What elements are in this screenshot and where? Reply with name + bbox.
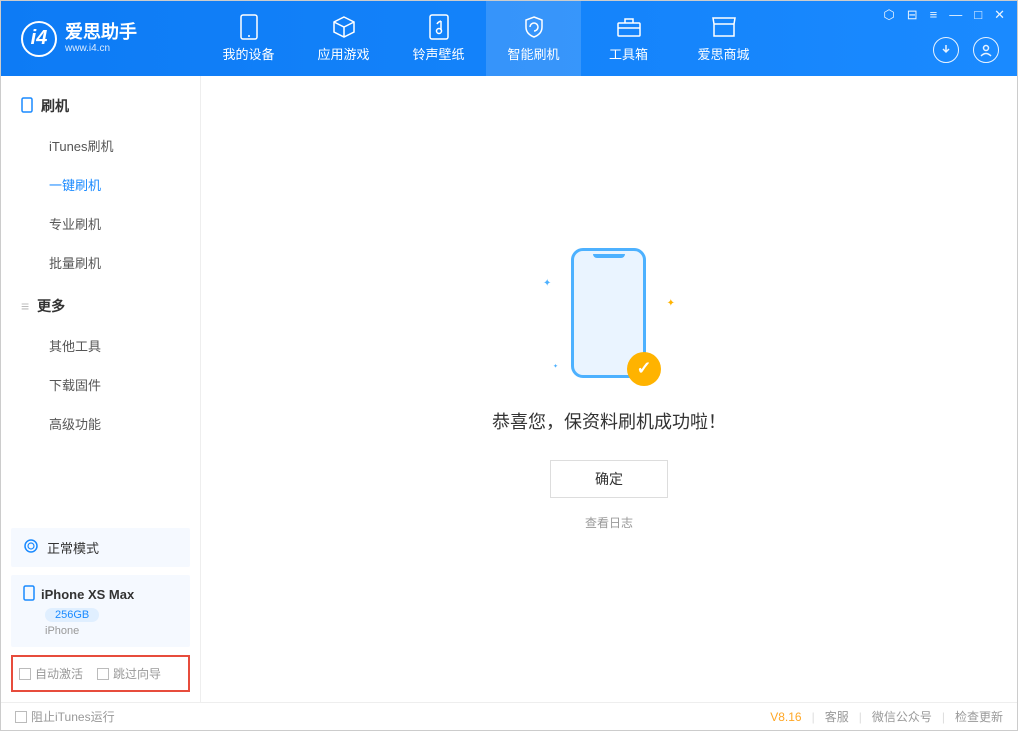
music-file-icon	[426, 14, 452, 40]
menu-icon[interactable]: ≡	[930, 7, 938, 23]
sidebar-item-oneclick-flash[interactable]: 一键刷机	[49, 165, 180, 204]
lock-icon[interactable]: ⊟	[907, 7, 918, 23]
download-button[interactable]	[933, 37, 959, 63]
sidebar-item-other-tools[interactable]: 其他工具	[49, 326, 180, 365]
toolbox-icon	[616, 14, 642, 40]
nav-tab-store[interactable]: 爱思商城	[676, 1, 771, 76]
nav-label: 铃声壁纸	[412, 44, 464, 63]
maximize-button[interactable]: □	[974, 7, 982, 23]
window-controls: ⬡ ⊟ ≡ — □ ✕	[883, 7, 1005, 23]
phone-device-icon	[23, 585, 35, 604]
nav-label: 爱思商城	[697, 44, 749, 63]
close-button[interactable]: ✕	[994, 7, 1005, 23]
logo-area: i4 爱思助手 www.i4.cn	[1, 21, 201, 57]
sidebar-item-batch-flash[interactable]: 批量刷机	[49, 243, 180, 282]
body-area: 刷机 iTunes刷机 一键刷机 专业刷机 批量刷机 ≡ 更多 其他工具 下载固…	[1, 76, 1017, 702]
sidebar-section-flash: 刷机	[21, 96, 180, 116]
device-name-label: iPhone XS Max	[41, 587, 134, 602]
main-content: ✦ ✦ ✦ ✓ 恭喜您，保资料刷机成功啦！ 确定 查看日志	[201, 76, 1017, 702]
phone-small-icon	[21, 97, 33, 116]
success-illustration: ✦ ✦ ✦ ✓	[549, 248, 669, 388]
device-card[interactable]: iPhone XS Max 256GB iPhone	[11, 575, 190, 647]
sidebar-item-itunes-flash[interactable]: iTunes刷机	[49, 126, 180, 165]
nav-label: 工具箱	[609, 44, 648, 63]
shirt-icon[interactable]: ⬡	[883, 7, 894, 23]
minimize-button[interactable]: —	[949, 7, 962, 23]
block-itunes-checkbox[interactable]: 阻止iTunes运行	[15, 708, 115, 725]
auto-activate-checkbox[interactable]: 自动激活	[19, 665, 83, 682]
header-right-icons	[933, 37, 999, 63]
sidebar: 刷机 iTunes刷机 一键刷机 专业刷机 批量刷机 ≡ 更多 其他工具 下载固…	[1, 76, 201, 702]
sidebar-item-pro-flash[interactable]: 专业刷机	[49, 204, 180, 243]
device-type-label: iPhone	[45, 625, 178, 637]
app-logo-icon: i4	[21, 21, 57, 57]
store-icon	[711, 14, 737, 40]
footer-link-support[interactable]: 客服	[825, 708, 849, 725]
list-icon: ≡	[21, 298, 29, 314]
success-message: 恭喜您，保资料刷机成功啦！	[492, 408, 726, 434]
ok-button[interactable]: 确定	[550, 460, 668, 498]
sidebar-item-download-firmware[interactable]: 下载固件	[49, 365, 180, 404]
shield-sync-icon	[521, 14, 547, 40]
flash-options-row: 自动激活 跳过向导	[11, 655, 190, 692]
sidebar-section-more: ≡ 更多	[21, 296, 180, 316]
nav-tab-apps[interactable]: 应用游戏	[296, 1, 391, 76]
user-button[interactable]	[973, 37, 999, 63]
footer-link-wechat[interactable]: 微信公众号	[872, 708, 932, 725]
device-mode-card[interactable]: 正常模式	[11, 528, 190, 567]
device-mode-label: 正常模式	[47, 538, 99, 557]
app-subtitle: www.i4.cn	[65, 43, 137, 54]
nav-tab-toolbox[interactable]: 工具箱	[581, 1, 676, 76]
app-header: i4 爱思助手 www.i4.cn 我的设备 应用游戏 铃声壁纸 智能刷机 工具…	[1, 1, 1017, 76]
skip-guide-checkbox[interactable]: 跳过向导	[97, 665, 161, 682]
footer-link-update[interactable]: 检查更新	[955, 708, 1003, 725]
nav-tabs: 我的设备 应用游戏 铃声壁纸 智能刷机 工具箱 爱思商城	[201, 1, 771, 76]
phone-icon	[236, 14, 262, 40]
view-log-link[interactable]: 查看日志	[585, 514, 633, 531]
app-title: 爱思助手	[65, 23, 137, 43]
version-label: V8.16	[770, 710, 801, 724]
footer: 阻止iTunes运行 V8.16 | 客服 | 微信公众号 | 检查更新	[1, 702, 1017, 730]
check-icon: ✓	[627, 352, 661, 386]
nav-label: 应用游戏	[317, 44, 369, 63]
sync-icon	[23, 538, 39, 557]
nav-tab-device[interactable]: 我的设备	[201, 1, 296, 76]
sidebar-item-advanced[interactable]: 高级功能	[49, 404, 180, 443]
nav-label: 智能刷机	[507, 44, 559, 63]
nav-tab-ringtones[interactable]: 铃声壁纸	[391, 1, 486, 76]
nav-tab-flash[interactable]: 智能刷机	[486, 1, 581, 76]
cube-icon	[331, 14, 357, 40]
device-storage-badge: 256GB	[45, 608, 99, 622]
nav-label: 我的设备	[222, 44, 274, 63]
